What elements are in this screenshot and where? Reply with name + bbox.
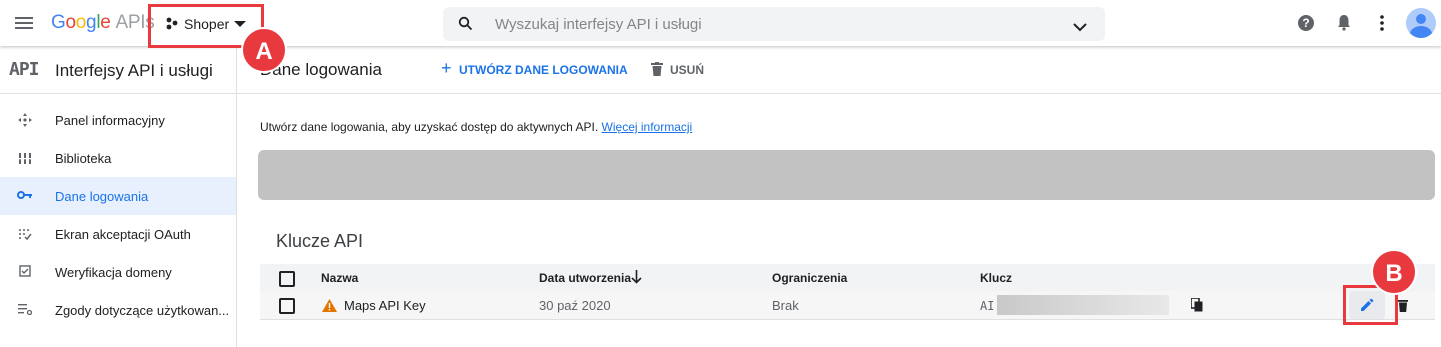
search-bar[interactable]: Wyszukaj interfejsy API i usługi <box>443 7 1105 41</box>
table-row <box>260 291 1435 319</box>
marker-b-badge: B <box>1371 249 1417 295</box>
key-name[interactable]: Maps API Key <box>344 298 426 313</box>
sidebar-item-oauth-consent[interactable]: Ekran akceptacji OAuth <box>0 215 236 253</box>
delete-icon <box>651 62 663 81</box>
avatar[interactable] <box>1406 8 1436 38</box>
sidebar-item-label: Dane logowania <box>55 189 149 204</box>
intro-text: Utwórz dane logowania, aby uzyskać dostę… <box>260 120 692 134</box>
table-header <box>260 264 1435 291</box>
column-header-name[interactable]: Nazwa <box>321 271 358 285</box>
settings-list-icon <box>17 303 33 317</box>
notifications-icon[interactable] <box>1337 14 1351 36</box>
help-icon[interactable]: ? <box>1298 15 1314 31</box>
sidebar-item-user-consents[interactable]: Zgody dotyczące użytkowan... <box>0 291 236 329</box>
dashboard-icon <box>17 113 33 127</box>
sidebar: API Interfejsy API i usługi Panel inform… <box>0 46 237 347</box>
warning-icon <box>322 299 337 317</box>
key-value-prefix: AI <box>980 299 995 313</box>
learn-more-link[interactable]: Więcej informacji <box>602 120 693 134</box>
key-value-redacted <box>997 295 1169 315</box>
more-vert-icon[interactable] <box>1380 15 1384 36</box>
sidebar-item-domain-verification[interactable]: Weryfikacja domeny <box>0 253 236 291</box>
add-icon: + <box>441 58 452 78</box>
sidebar-item-label: Weryfikacja domeny <box>55 265 172 280</box>
create-credentials-button[interactable]: UTWÓRZ DANE LOGOWANIA <box>459 63 628 77</box>
key-created-date: 30 paź 2020 <box>539 298 611 313</box>
copy-icon[interactable] <box>1190 297 1203 317</box>
sidebar-item-label: Ekran akceptacji OAuth <box>55 227 191 242</box>
column-header-key[interactable]: Klucz <box>980 271 1012 285</box>
search-icon <box>458 16 473 36</box>
google-apis-logo[interactable]: Google APIs <box>51 12 155 34</box>
chevron-down-icon[interactable] <box>1073 19 1087 37</box>
sidebar-item-library[interactable]: Biblioteka <box>0 139 236 177</box>
row-checkbox[interactable] <box>279 298 295 314</box>
delete-row-icon[interactable] <box>1398 299 1408 317</box>
column-header-restrictions[interactable]: Ograniczenia <box>772 271 847 285</box>
column-header-created[interactable]: Data utworzenia <box>539 271 631 285</box>
menu-icon[interactable] <box>15 14 33 32</box>
delete-button[interactable]: USUŃ <box>670 63 704 77</box>
oauth-icon <box>17 227 33 241</box>
marker-a-badge: A <box>241 27 287 73</box>
api-keys-section-title: Klucze API <box>276 231 364 251</box>
sidebar-item-label: Zgody dotyczące użytkowan... <box>55 303 230 318</box>
header-divider <box>237 93 1441 94</box>
sidebar-divider <box>0 93 236 94</box>
key-icon <box>17 189 33 203</box>
sidebar-item-label: Panel informacyjny <box>55 113 165 128</box>
key-restrictions: Brak <box>772 298 799 313</box>
sidebar-item-label: Biblioteka <box>55 151 112 166</box>
intro-description: Utwórz dane logowania, aby uzyskać dostę… <box>260 120 599 134</box>
sidebar-title: Interfejsy API i usługi <box>55 61 213 80</box>
info-banner-placeholder <box>258 150 1435 200</box>
sidebar-item-credentials[interactable]: Dane logowania <box>0 177 236 215</box>
checkbox-icon <box>17 265 33 279</box>
arrow-down-icon[interactable] <box>631 270 642 289</box>
search-input[interactable]: Wyszukaj interfejsy API i usługi <box>495 16 702 33</box>
api-logo: API <box>9 59 39 80</box>
select-all-checkbox[interactable] <box>279 271 295 287</box>
sidebar-item-dashboard[interactable]: Panel informacyjny <box>0 101 236 139</box>
row-divider <box>260 319 1435 320</box>
library-icon <box>17 151 33 165</box>
